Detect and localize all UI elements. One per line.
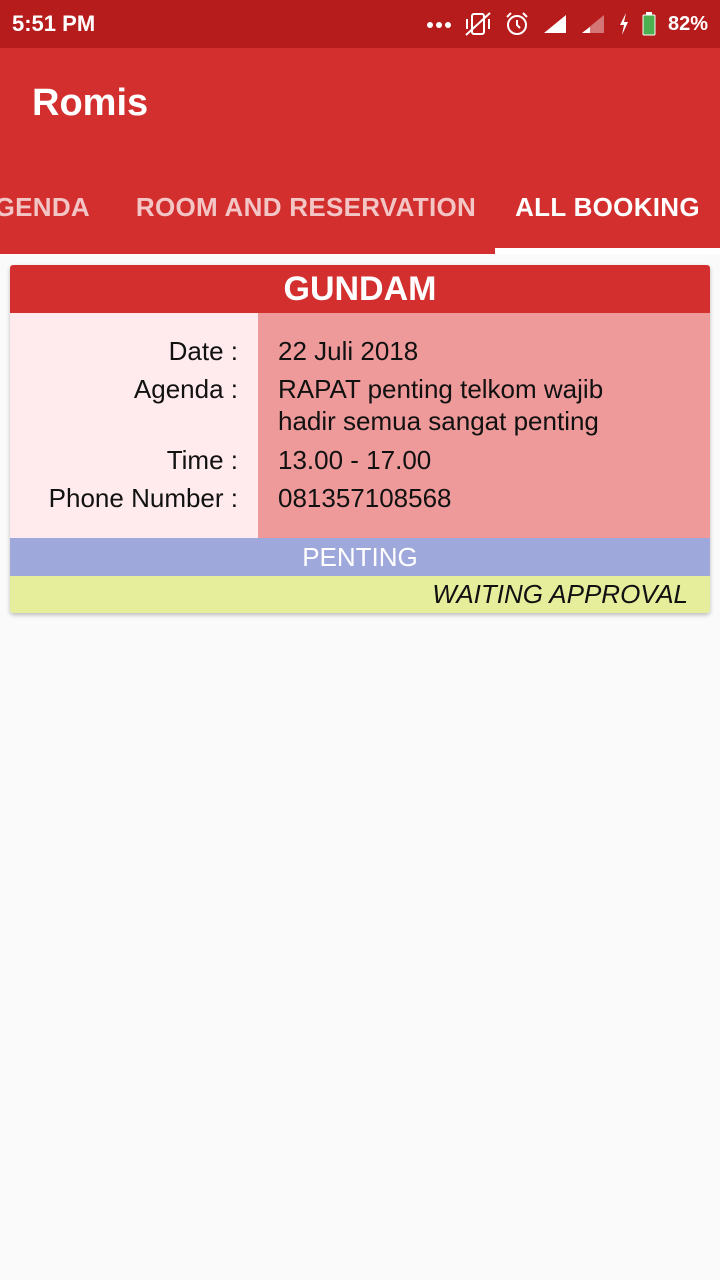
labels-column: Date : Agenda : Time : Phone Number : — [10, 313, 258, 538]
booking-card[interactable]: GUNDAM Date : Agenda : Time : Phone Numb… — [10, 265, 710, 613]
time-label: Time : — [166, 445, 238, 475]
charging-icon — [618, 12, 630, 36]
values-column: 22 Juli 2018 RAPAT penting telkom wajib … — [258, 313, 710, 538]
agenda-value: RAPAT penting telkom wajib hadir semua s… — [278, 374, 604, 436]
approval-status: WAITING APPROVAL — [10, 576, 710, 613]
signal-icon — [542, 13, 568, 35]
tab-bar: GENDA ROOM AND RESERVATION ALL BOOKING — [0, 160, 720, 254]
room-name: GUNDAM — [10, 265, 710, 313]
status-icons: 82% — [426, 11, 708, 37]
agenda-label: Agenda : — [133, 374, 238, 404]
battery-percentage: 82% — [667, 12, 708, 35]
date-value: 22 Juli 2018 — [278, 336, 419, 366]
tab-indicator — [495, 248, 720, 254]
status-bar: 5:51 PM 82% — [0, 0, 720, 48]
app-title: Romis — [32, 82, 149, 124]
app-bar: Romis — [0, 48, 720, 160]
signal-weak-icon — [580, 13, 606, 35]
tab-all-booking[interactable]: ALL BOOKING — [495, 160, 720, 254]
time-value: 13.00 - 17.00 — [278, 445, 432, 475]
priority-badge: PENTING — [10, 538, 710, 576]
date-label: Date : — [168, 336, 238, 366]
tab-agenda[interactable]: GENDA — [0, 160, 120, 254]
phone-value: 081357108568 — [278, 483, 452, 513]
alarm-icon — [504, 11, 530, 37]
battery-icon — [642, 12, 656, 36]
status-time: 5:51 PM — [12, 11, 96, 36]
more-dots-icon — [426, 19, 452, 29]
vibrate-off-icon — [464, 11, 492, 37]
phone-label: Phone Number : — [48, 483, 238, 513]
tab-room-and-reservation[interactable]: ROOM AND RESERVATION — [120, 160, 492, 254]
